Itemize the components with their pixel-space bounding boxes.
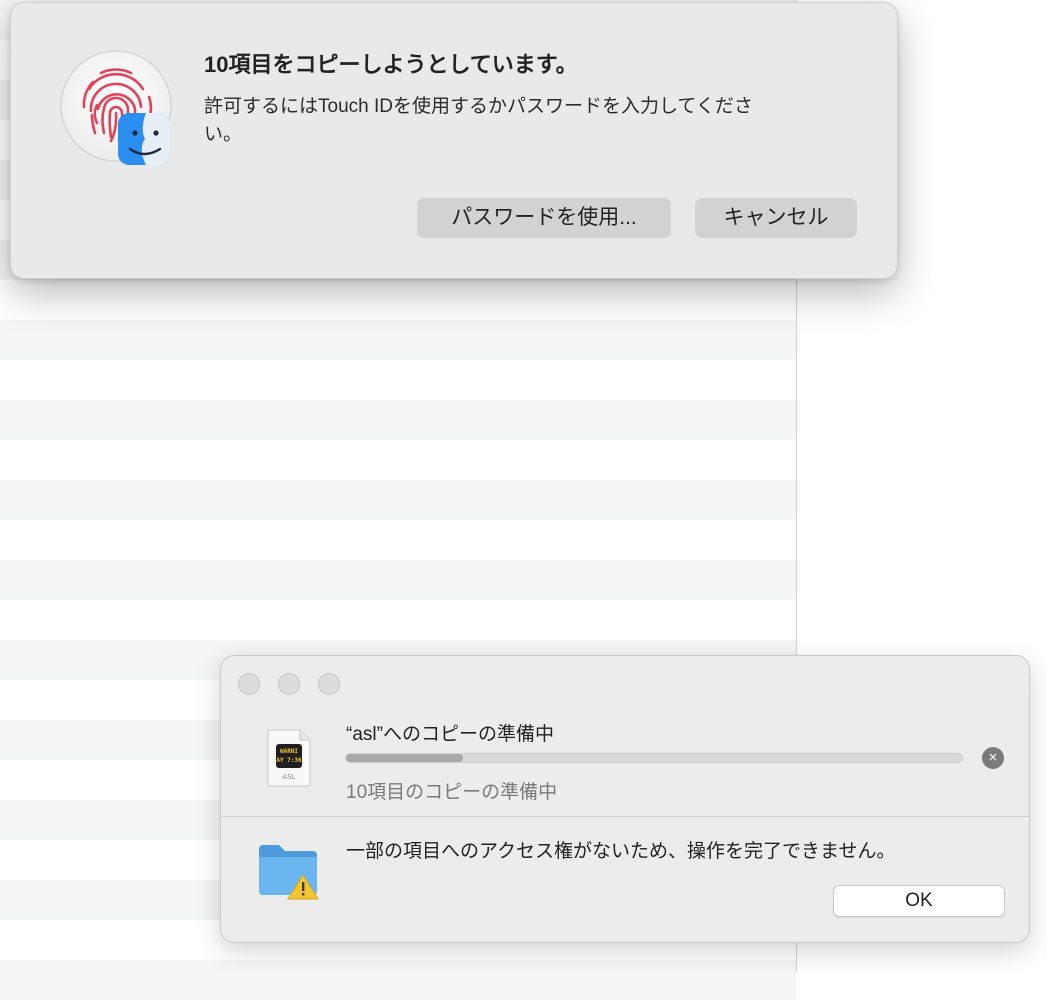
copy-progress-window: WARNI AY 7:36 ASL “asl”へのコピーの準備中 × 10項目の… bbox=[220, 655, 1030, 943]
list-row bbox=[0, 600, 796, 640]
svg-text:WARNI: WARNI bbox=[280, 748, 298, 755]
list-row bbox=[0, 520, 796, 560]
progress-fill bbox=[346, 754, 464, 762]
list-row bbox=[0, 320, 796, 360]
dialog-message: 許可するにはTouch IDを使用するかパスワードを入力してください。 bbox=[204, 96, 753, 145]
copy-progress-bar bbox=[345, 753, 963, 763]
error-message: 一部の項目へのアクセス権がないため、操作を完了できません。 bbox=[346, 841, 896, 862]
list-row bbox=[0, 280, 796, 320]
window-minimize-button[interactable] bbox=[278, 673, 300, 695]
stop-copy-button[interactable]: × bbox=[982, 747, 1004, 769]
folder-warning-icon bbox=[257, 839, 321, 901]
copy-status-text: 10項目のコピーの準備中 bbox=[346, 782, 558, 803]
use-password-button[interactable]: パスワードを使用... bbox=[417, 198, 671, 238]
window-close-button[interactable] bbox=[238, 673, 260, 695]
list-row bbox=[0, 560, 796, 600]
cancel-button[interactable]: キャンセル bbox=[695, 198, 857, 238]
ok-button[interactable]: OK bbox=[833, 885, 1005, 917]
list-row bbox=[0, 960, 796, 1000]
copy-title: “asl”へのコピーの準備中 bbox=[346, 724, 554, 745]
svg-text:ASL: ASL bbox=[282, 773, 295, 781]
touch-id-auth-dialog: 10項目をコピーしようとしています。 許可するにはTouch IDを使用するかパ… bbox=[10, 2, 898, 279]
list-row bbox=[0, 400, 796, 440]
dialog-title: 10項目をコピーしようとしています。 bbox=[204, 52, 578, 77]
list-row bbox=[0, 480, 796, 520]
asl-file-icon: WARNI AY 7:36 ASL bbox=[266, 728, 312, 788]
finder-icon bbox=[116, 111, 172, 167]
list-row bbox=[0, 440, 796, 480]
svg-text:AY 7:36: AY 7:36 bbox=[276, 757, 302, 764]
section-divider bbox=[221, 816, 1029, 817]
window-zoom-button[interactable] bbox=[318, 673, 340, 695]
list-row bbox=[0, 360, 796, 400]
